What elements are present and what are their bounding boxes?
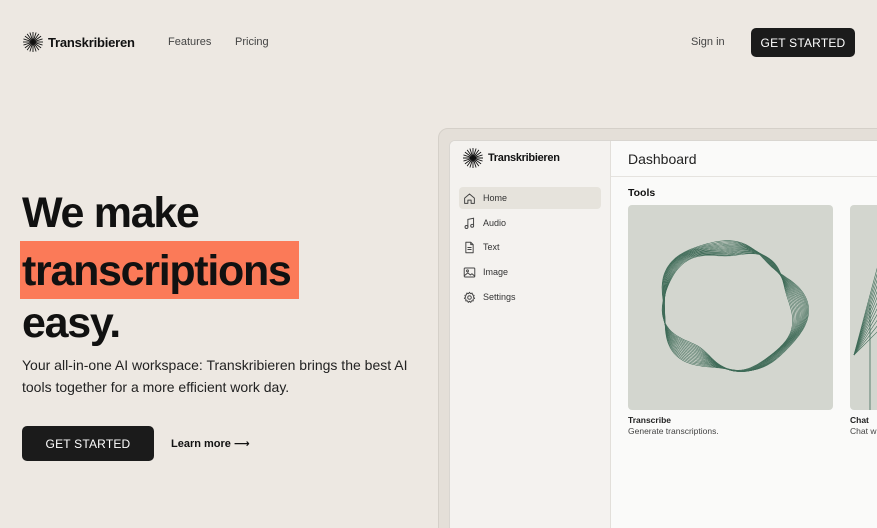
line-fan-illustration-icon (853, 267, 877, 410)
nav-features-link[interactable]: Features (168, 36, 211, 48)
sidebar-item-text[interactable]: Text (459, 236, 601, 258)
app-main: Dashboard Tools Transcribe Generate tran… (611, 141, 877, 528)
dashboard-title: Dashboard (628, 151, 697, 167)
app-sidebar: Transkribieren Home Audio Text Image Set… (450, 141, 611, 528)
brand-name: Transkribieren (48, 34, 135, 50)
transcribe-card[interactable] (628, 205, 833, 410)
document-icon (465, 241, 474, 253)
sidebar-item-label: Image (483, 267, 509, 277)
chat-card[interactable] (850, 205, 877, 410)
sidebar-item-label: Settings (483, 292, 516, 302)
home-icon (464, 193, 475, 204)
music-note-icon (464, 217, 475, 229)
hero-subtitle: Your all-in-one AI workspace: Transkribi… (22, 357, 408, 395)
card-description: Chat w (850, 426, 877, 436)
sign-in-link[interactable]: Sign in (691, 36, 725, 48)
card-title: Chat (850, 415, 869, 425)
landing-page: Transkribieren Features Pricing Sign in … (0, 0, 877, 528)
wave-ring-illustration-icon (661, 240, 809, 372)
gear-icon (463, 291, 476, 303)
headline-line-1: We make (22, 189, 200, 237)
nav-get-started-button[interactable]: GET STARTED (751, 28, 855, 57)
starburst-logo-icon (463, 148, 483, 168)
hero-headline: We make transcriptions easy. (20, 186, 299, 351)
sidebar-item-label: Text (483, 242, 500, 252)
app-brand-logo: Transkribieren (462, 147, 560, 169)
sidebar-item-settings[interactable]: Settings (459, 286, 601, 308)
brand-logo[interactable]: Transkribieren (22, 31, 135, 53)
sidebar-item-audio[interactable]: Audio (459, 212, 601, 234)
starburst-logo-icon (23, 32, 43, 52)
image-icon (463, 267, 476, 277)
sidebar-item-label: Audio (483, 218, 507, 228)
hero-get-started-button[interactable]: GET STARTED (22, 426, 154, 461)
tools-heading: Tools (628, 187, 656, 199)
learn-more-link[interactable]: Learn more ⟶ (171, 437, 250, 450)
headline-highlight: transcriptions (20, 241, 299, 299)
card-title: Transcribe (628, 415, 671, 425)
nav-pricing-link[interactable]: Pricing (235, 36, 269, 48)
sidebar-item-label: Home (483, 193, 508, 203)
sidebar-item-image[interactable]: Image (459, 261, 601, 283)
headline-line-3: easy. (22, 299, 121, 347)
sidebar-item-home[interactable]: Home (459, 187, 601, 209)
card-description: Generate transcriptions. (628, 426, 719, 436)
header-divider (611, 176, 877, 177)
app-preview: Transkribieren Home Audio Text Image Set… (449, 140, 877, 528)
app-brand-name: Transkribieren (488, 152, 560, 164)
